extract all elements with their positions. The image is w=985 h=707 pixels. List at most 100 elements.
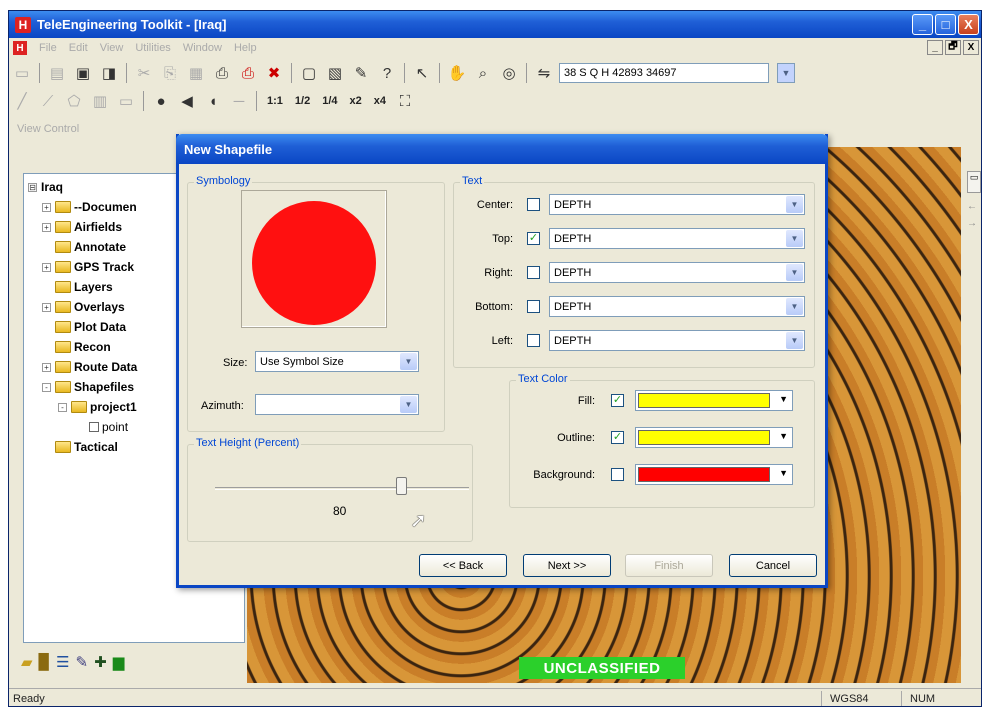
delete-icon[interactable]: ✖ [263, 62, 285, 84]
text-field-select[interactable]: DEPTH ▼ [549, 194, 805, 215]
chevron-down-icon[interactable]: ▼ [786, 230, 803, 247]
zoom-x4[interactable]: x4 [370, 95, 390, 107]
chevron-down-icon[interactable]: ▼ [786, 332, 803, 349]
text-tool-icon[interactable]: ▭ [115, 90, 137, 112]
color-picker[interactable]: ▼ [635, 427, 793, 448]
tree-expander-icon[interactable]: + [42, 362, 51, 372]
text-height-slider-track[interactable] [215, 487, 469, 490]
text-color-checkbox[interactable]: ✓ [611, 394, 624, 407]
tree-item[interactable]: point [76, 420, 128, 434]
crosshair-tab-icon[interactable]: ✚ [94, 653, 107, 671]
window-icon[interactable]: ▢ [298, 62, 320, 84]
dock-page-icon[interactable]: ▭ [967, 171, 981, 193]
goto-coordinate-icon[interactable]: ⇋ [533, 62, 555, 84]
help-icon[interactable]: ? [376, 62, 398, 84]
menu-help[interactable]: Help [234, 42, 257, 54]
zoom-1-2[interactable]: 1/2 [291, 95, 314, 107]
zoom-icon[interactable]: ⌕ [472, 62, 494, 84]
globe-icon[interactable]: ◎ [498, 62, 520, 84]
tools-tab-icon[interactable]: ✎ [76, 653, 89, 671]
pie-tool-icon[interactable]: ◖ [202, 90, 224, 112]
chevron-down-icon[interactable]: ▼ [786, 298, 803, 315]
text-color-checkbox[interactable]: ✓ [611, 431, 624, 444]
tree-item[interactable]: - project1 [58, 400, 137, 414]
menu-utilities[interactable]: Utilities [135, 42, 170, 54]
tree-item[interactable]: + GPS Track [42, 260, 134, 274]
tree-item[interactable]: - Shapefiles [42, 380, 134, 394]
text-field-select[interactable]: DEPTH ▼ [549, 228, 805, 249]
tree-item[interactable]: + Airfields [42, 220, 122, 234]
text-field-select[interactable]: DEPTH ▼ [549, 262, 805, 283]
dock-forward-icon[interactable]: → [967, 218, 981, 229]
text-field-select[interactable]: DEPTH ▼ [549, 296, 805, 317]
mdi-minimize-button[interactable]: _ [927, 40, 943, 55]
menu-view[interactable]: View [100, 42, 124, 54]
next-button[interactable]: Next >> [523, 554, 611, 577]
finish-button[interactable]: Finish [625, 554, 713, 577]
copy-icon[interactable]: ⎘ [159, 62, 181, 84]
point-tool-icon[interactable]: ● [150, 90, 172, 112]
coordinate-dropdown-icon[interactable]: ▼ [777, 63, 795, 83]
tree-item[interactable]: + Overlays [42, 300, 125, 314]
menu-window[interactable]: Window [183, 42, 222, 54]
print-icon[interactable]: ⎙ [211, 62, 233, 84]
symbol-preview[interactable] [241, 190, 387, 328]
tree-item[interactable]: + Route Data [42, 360, 137, 374]
tree-expander-icon[interactable]: - [58, 402, 67, 412]
text-position-checkbox[interactable] [527, 198, 540, 211]
zoom-1-1[interactable]: 1:1 [263, 95, 287, 107]
tree-expander-icon[interactable]: ⊟ [28, 182, 37, 192]
new-file-icon[interactable]: ▭ [11, 62, 33, 84]
coordinate-field[interactable]: 38 S Q H 42893 34697 [559, 63, 769, 83]
layer-visibility-checkbox[interactable] [89, 422, 99, 432]
grid-tool-icon[interactable]: ▥ [89, 90, 111, 112]
layers-tab-icon[interactable]: ▰ [21, 653, 33, 671]
tree-item[interactable]: ⊟ Iraq [28, 180, 63, 194]
menu-file[interactable]: File [39, 42, 57, 54]
blank-tool-icon[interactable]: ─ [228, 90, 250, 112]
polyline-tool-icon[interactable]: ⟋ [37, 90, 59, 112]
azimuth-select[interactable]: ▼ [255, 394, 419, 415]
text-color-checkbox[interactable] [611, 468, 624, 481]
save-icon[interactable]: ▣ [72, 62, 94, 84]
text-position-checkbox[interactable] [527, 266, 540, 279]
mdi-restore-button[interactable]: 🗗 [945, 40, 961, 55]
chevron-down-icon[interactable]: ▼ [786, 196, 803, 213]
chevron-down-icon[interactable]: ▼ [400, 396, 417, 413]
map-tab-icon[interactable]: ▆ [113, 653, 125, 671]
documents-tab-icon[interactable]: ▉ [39, 653, 51, 671]
zoom-1-4[interactable]: 1/4 [318, 95, 341, 107]
minimize-button[interactable]: _ [912, 14, 933, 35]
color-picker[interactable]: ▼ [635, 390, 793, 411]
tree-item[interactable]: Annotate [42, 240, 126, 254]
tree-item[interactable]: Recon [42, 340, 111, 354]
chevron-down-icon[interactable]: ▼ [400, 353, 417, 370]
tree-expander-icon[interactable]: + [42, 222, 51, 232]
color-picker[interactable]: ▼ [635, 464, 793, 485]
tree-item[interactable]: Layers [42, 280, 113, 294]
back-button[interactable]: << Back [419, 554, 507, 577]
tree-expander-icon[interactable]: + [42, 202, 51, 212]
text-height-slider-thumb[interactable] [396, 477, 408, 495]
tree-expander-icon[interactable]: - [42, 382, 51, 392]
pan-hand-icon[interactable]: ✋ [446, 62, 468, 84]
mdi-document-icon[interactable]: H [13, 41, 27, 55]
paste-icon[interactable]: ▦ [185, 62, 207, 84]
tree-expander-icon[interactable]: + [42, 302, 51, 312]
text-position-checkbox[interactable] [527, 300, 540, 313]
fit-extent-icon[interactable]: ⛶ [394, 90, 416, 112]
text-position-checkbox[interactable] [527, 334, 540, 347]
tree-expander-icon[interactable]: + [42, 262, 51, 272]
text-field-select[interactable]: DEPTH ▼ [549, 330, 805, 351]
zoom-x2[interactable]: x2 [346, 95, 366, 107]
pointer-icon[interactable]: ↖ [411, 62, 433, 84]
maximize-button[interactable]: □ [935, 14, 956, 35]
chevron-down-icon[interactable]: ▼ [779, 431, 788, 441]
list-tab-icon[interactable]: ☰ [56, 653, 69, 671]
cut-icon[interactable]: ✂ [133, 62, 155, 84]
pen-icon[interactable]: ✎ [350, 62, 372, 84]
tree-item[interactable]: Plot Data [42, 320, 126, 334]
tree-item[interactable]: + --Documen [42, 200, 137, 214]
polygon-tool-icon[interactable]: ⬠ [63, 90, 85, 112]
close-button[interactable]: X [958, 14, 979, 35]
